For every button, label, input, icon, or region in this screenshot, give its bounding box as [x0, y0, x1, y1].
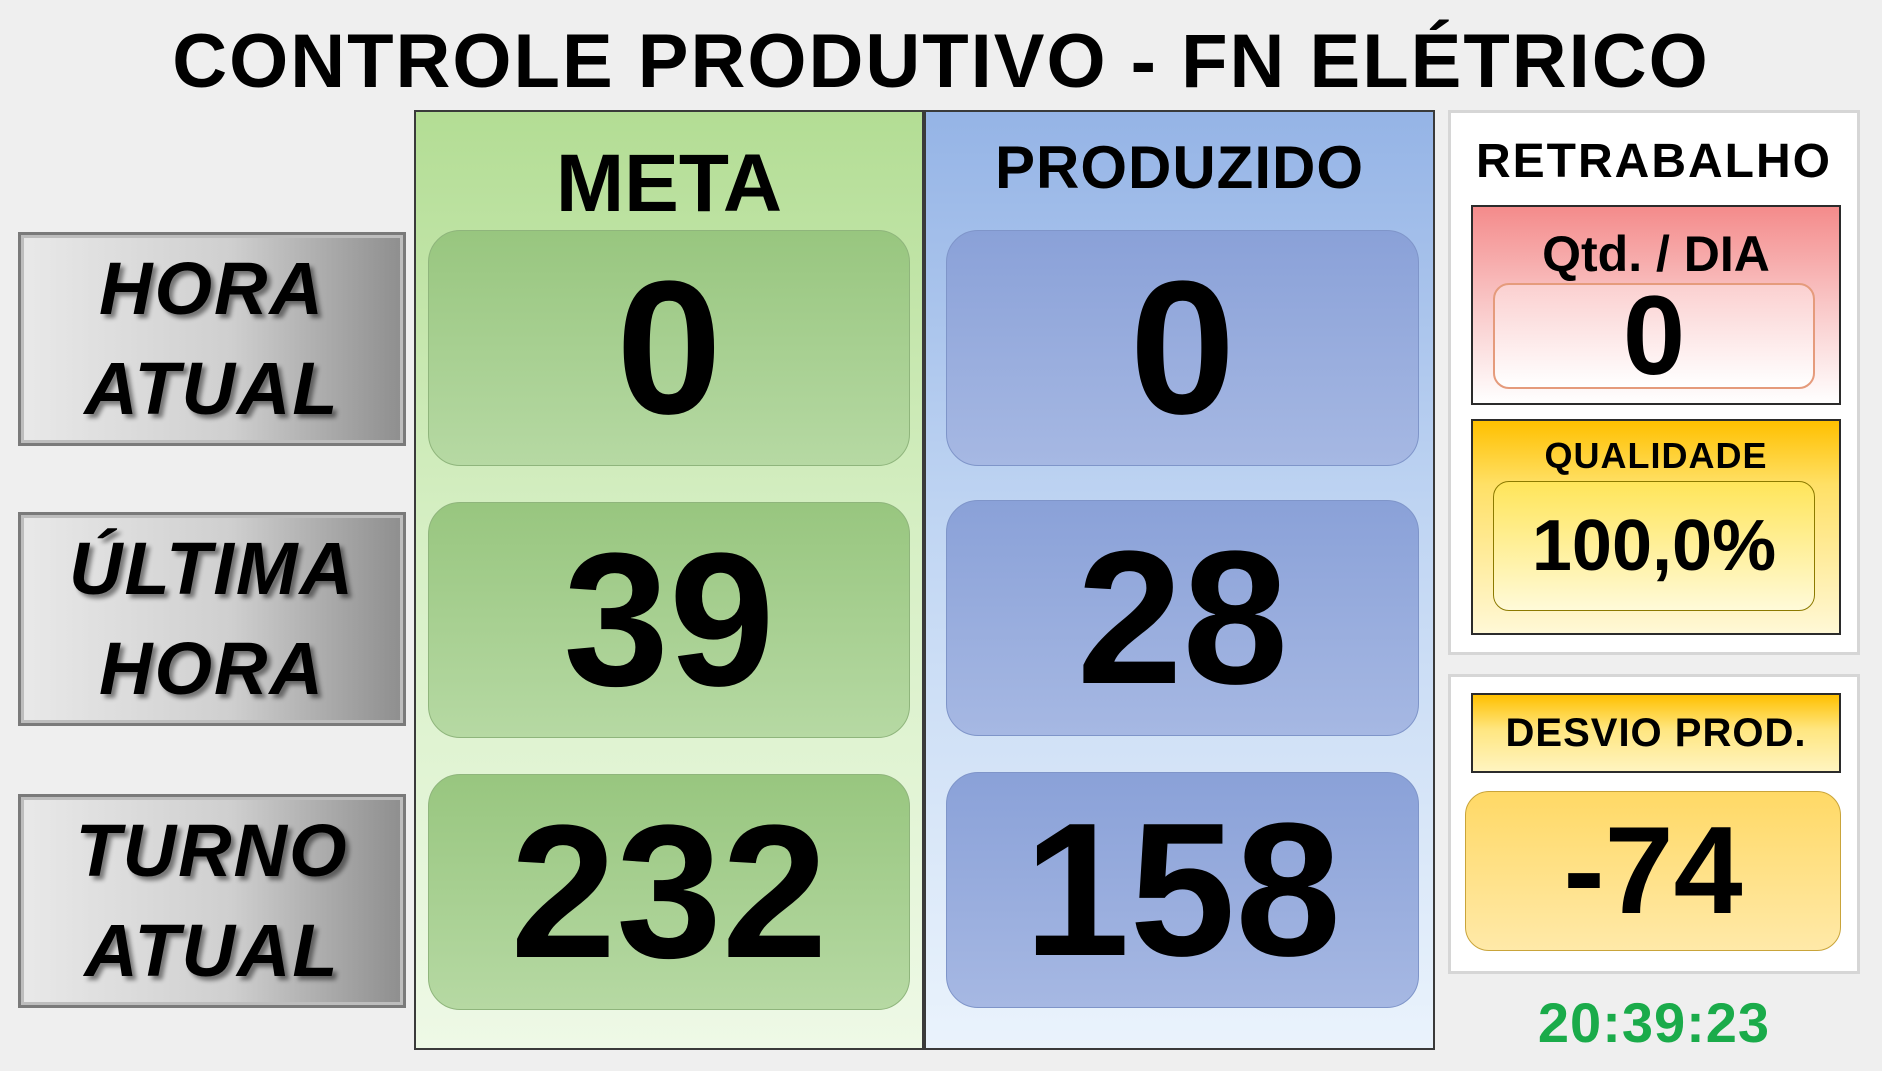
produzido-header: PRODUZIDO: [995, 134, 1364, 201]
retrabalho-title: RETRABALHO: [1476, 135, 1832, 188]
meta-header: META: [555, 138, 783, 229]
qty-dia-value: 0: [1493, 280, 1815, 392]
meta-hora-atual-value: 0: [428, 230, 910, 466]
page-title: CONTROLE PRODUTIVO - FN ELÉTRICO: [172, 19, 1710, 104]
row-label-hora-atual: HORA ATUAL: [18, 232, 406, 446]
row-label-turno-atual: TURNO ATUAL: [18, 794, 406, 1008]
qty-dia-box: Qtd. / DIA 0: [1471, 205, 1841, 405]
row-label-line: ÚLTIMA: [69, 527, 355, 610]
row-label-ultima-hora: ÚLTIMA HORA: [18, 512, 406, 726]
retrabalho-panel: RETRABALHO Qtd. / DIA 0 QUALIDADE 100,0%: [1448, 110, 1860, 655]
clock: 20:39:23: [1537, 991, 1771, 1054]
row-label-line: ATUAL: [84, 909, 340, 992]
produzido-turno-atual-value: 158: [946, 772, 1419, 1008]
desvio-value: -74: [1465, 791, 1841, 951]
qualidade-value: 100,0%: [1493, 481, 1815, 611]
produzido-ultima-hora-value: 28: [946, 500, 1419, 736]
produzido-hora-atual-value: 0: [946, 230, 1419, 466]
desvio-panel: DESVIO PROD. -74: [1448, 674, 1860, 974]
desvio-label: DESVIO PROD.: [1471, 693, 1841, 773]
row-label-line: ATUAL: [84, 347, 340, 430]
row-label-line: HORA: [99, 627, 325, 710]
qualidade-box: QUALIDADE 100,0%: [1471, 419, 1841, 635]
row-label-line: TURNO: [75, 809, 349, 892]
dashboard: CONTROLE PRODUTIVO - FN ELÉTRICO HORA AT…: [0, 0, 1882, 1071]
produzido-column: PRODUZIDO 0 28 158: [924, 110, 1435, 1050]
meta-column: META 0 39 232: [414, 110, 924, 1050]
meta-turno-atual-value: 232: [428, 774, 910, 1010]
qualidade-label: QUALIDADE: [1544, 435, 1768, 476]
row-label-line: HORA: [99, 247, 325, 330]
meta-ultima-hora-value: 39: [428, 502, 910, 738]
